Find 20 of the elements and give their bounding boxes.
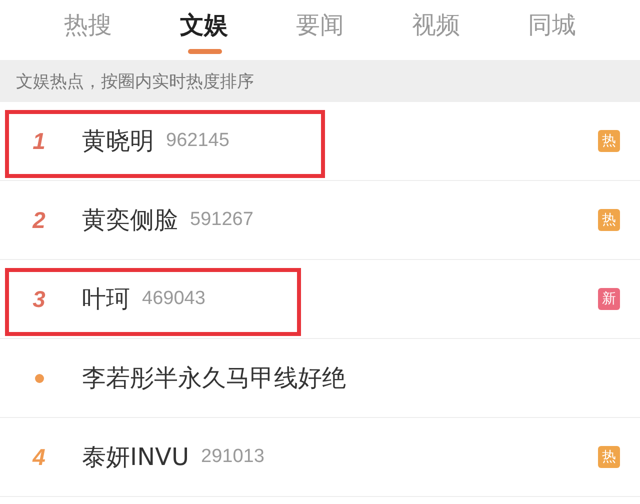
badge: 新 bbox=[598, 288, 620, 310]
topic-title[interactable]: 泰妍INVU bbox=[82, 441, 190, 473]
heat-count: 962145 bbox=[166, 130, 230, 152]
rank-number: 4 bbox=[31, 444, 46, 470]
topic-title[interactable]: 黄奕侧脸 bbox=[82, 204, 178, 236]
heat-count: 291013 bbox=[201, 446, 264, 468]
heat-count: 591267 bbox=[190, 209, 254, 231]
tab-underline bbox=[188, 49, 222, 54]
tab[interactable]: 文娱 bbox=[146, 0, 262, 60]
topic-title[interactable]: 李若彤半永久马甲线好绝 bbox=[82, 362, 346, 394]
rank-number: 3 bbox=[32, 286, 46, 312]
rank-number: 2 bbox=[31, 206, 46, 234]
subtitle-text: 文娱热点，按圈内实时热度排序 bbox=[16, 70, 254, 92]
badge: 热 bbox=[598, 209, 620, 231]
heat-count: 469043 bbox=[142, 288, 206, 310]
badge: 热 bbox=[598, 130, 620, 152]
topic-title[interactable]: 叶珂 bbox=[82, 283, 130, 315]
topic-title[interactable]: 黄晓明 bbox=[82, 125, 154, 157]
rank-number: 1 bbox=[32, 128, 46, 154]
badge: 热 bbox=[598, 446, 620, 468]
